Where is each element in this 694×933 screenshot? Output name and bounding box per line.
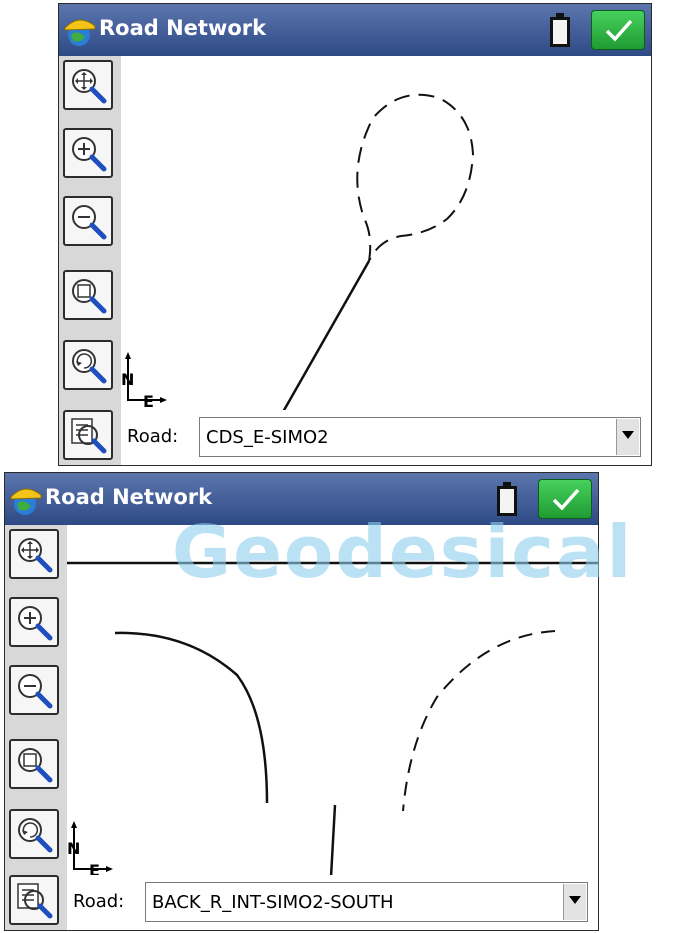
- zoom-extents-button[interactable]: [63, 60, 113, 110]
- road-selector-row: Road: CDS_E-SIMO2: [121, 410, 651, 465]
- zoom-window-icon: [72, 279, 107, 314]
- road-dropdown[interactable]: CDS_E-SIMO2: [199, 417, 641, 457]
- zoom-previous-icon: [72, 349, 107, 384]
- zoom-in-icon: [18, 606, 53, 641]
- zoom-toolbar: [5, 525, 68, 930]
- zoom-previous-button[interactable]: [63, 340, 113, 390]
- chevron-down-icon: [622, 431, 634, 439]
- road-selector-row: Road: BACK_R_INT-SIMO2-SOUTH: [67, 875, 598, 930]
- road-cul-de-sac-loop: [356, 93, 475, 262]
- road-label: Road:: [73, 891, 125, 912]
- zoom-window-button[interactable]: [63, 270, 113, 320]
- checkmark-icon: [605, 19, 633, 42]
- dropdown-arrow-button[interactable]: [616, 419, 639, 455]
- zoom-window-icon: [18, 748, 53, 783]
- window-title: Road Network: [45, 485, 213, 509]
- zoom-extents-icon: [72, 69, 107, 104]
- road-curve-left: [114, 631, 269, 804]
- road-dropdown-value: BACK_R_INT-SIMO2-SOUTH: [152, 892, 394, 913]
- zoom-in-button[interactable]: [63, 128, 113, 178]
- road-dropdown-value: CDS_E-SIMO2: [206, 427, 329, 448]
- map-view[interactable]: N E: [121, 56, 651, 410]
- zoom-out-button[interactable]: [9, 665, 59, 715]
- zoom-window-button[interactable]: [9, 739, 59, 789]
- road-options-button[interactable]: [9, 875, 59, 925]
- road-centerline: [282, 260, 371, 410]
- app-logo-icon: [64, 19, 96, 46]
- window-title: Road Network: [99, 16, 267, 40]
- watermark: Geodesical: [172, 510, 634, 594]
- east-label: E: [89, 861, 100, 875]
- zoom-extents-button[interactable]: [9, 529, 59, 579]
- ok-button[interactable]: [591, 10, 645, 50]
- chevron-down-icon: [569, 896, 581, 904]
- zoom-out-button[interactable]: [63, 196, 113, 246]
- zoom-previous-button[interactable]: [9, 809, 59, 859]
- road-options-icon: [71, 418, 107, 454]
- road-network-screen-1: Road Network N E Road: CDS_E-SIMO2: [58, 3, 652, 466]
- title-bar: Road Network: [59, 4, 651, 56]
- zoom-previous-icon: [18, 818, 53, 853]
- road-options-icon: [17, 883, 53, 919]
- dropdown-arrow-button[interactable]: [563, 884, 586, 920]
- north-label: N: [67, 839, 81, 858]
- road-options-button[interactable]: [63, 410, 113, 460]
- road-centerline: [329, 804, 337, 875]
- east-label: E: [143, 392, 154, 410]
- road-curve-right-dashed: [402, 630, 556, 812]
- zoom-out-icon: [72, 205, 107, 240]
- zoom-in-button[interactable]: [9, 597, 59, 647]
- battery-icon: [550, 13, 570, 47]
- north-label: N: [121, 370, 135, 389]
- road-dropdown[interactable]: BACK_R_INT-SIMO2-SOUTH: [145, 882, 588, 922]
- zoom-out-icon: [18, 674, 53, 709]
- zoom-toolbar: [59, 56, 122, 465]
- zoom-in-icon: [72, 137, 107, 172]
- road-label: Road:: [127, 426, 179, 447]
- zoom-extents-icon: [18, 538, 53, 573]
- app-logo-icon: [10, 488, 42, 515]
